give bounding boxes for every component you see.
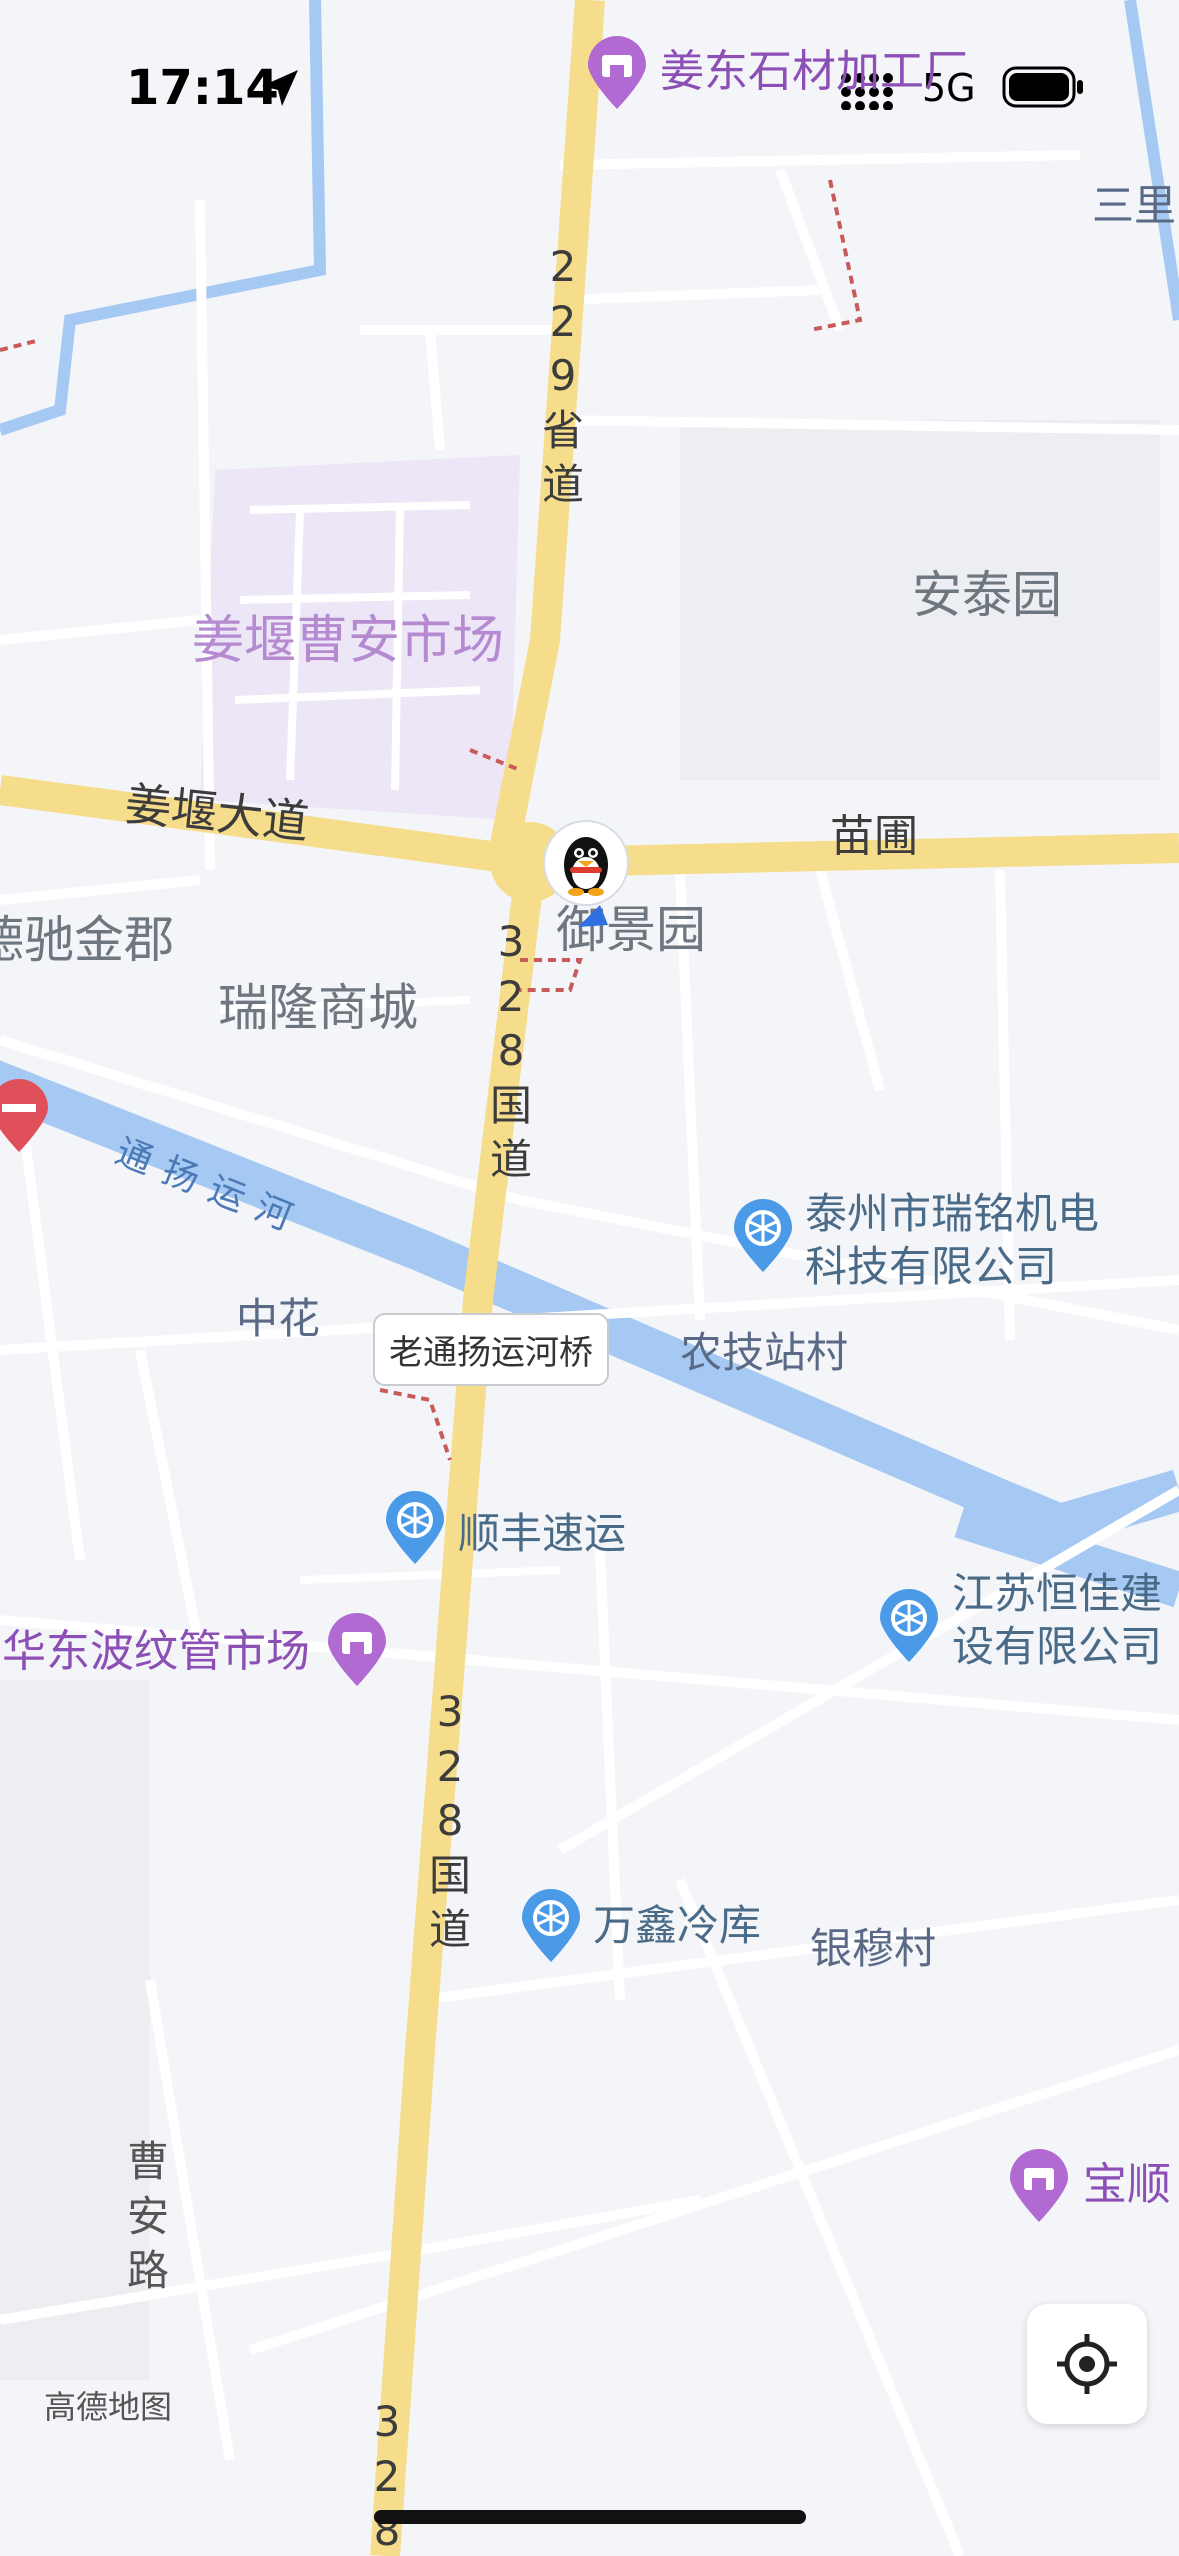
- battery-icon: [1002, 66, 1083, 108]
- bridge-label[interactable]: 老通扬运河桥: [373, 1313, 609, 1386]
- restricted-marker-icon[interactable]: [0, 1078, 52, 1154]
- road-char: 2: [373, 2451, 401, 2501]
- area-label-zhonghua: 中花: [236, 1294, 321, 1343]
- area-label-ruilong: 瑞隆商城: [218, 979, 418, 1037]
- area-label-antaiyuan: 安泰园: [912, 566, 1062, 624]
- road-label-328-lower: 3 2 8: [362, 2395, 412, 2556]
- company-poi-icon[interactable]: [382, 1490, 448, 1566]
- road-char: 2: [436, 1741, 464, 1791]
- road-char: 9: [549, 351, 577, 401]
- road-char: 道: [489, 1135, 532, 1185]
- road-char: 3: [436, 1687, 464, 1736]
- poi-label-jiangdong-stone[interactable]: 姜东石材加工厂: [660, 50, 968, 94]
- area-label-chijinjun: 德驰金郡: [0, 911, 174, 969]
- area-label-sanli: 三里: [1092, 181, 1177, 230]
- poi-label-shunfeng[interactable]: 顺丰速运: [458, 1508, 626, 1561]
- poi-label-ruiming[interactable]: 泰州市瑞铭机电 科技有限公司: [805, 1188, 1099, 1293]
- status-time: 17:14: [126, 60, 279, 116]
- map-app-screen: { "status_bar": { "time": "17:14", "netw…: [0, 0, 1179, 2556]
- poi-line: 设有限公司: [952, 1621, 1163, 1671]
- road-char: 路: [126, 2246, 169, 2296]
- poi-label-wanxin[interactable]: 万鑫冷库: [593, 1900, 761, 1953]
- poi-line: 科技有限公司: [805, 1241, 1058, 1291]
- poi-line: 泰州市瑞铭机电: [805, 1189, 1100, 1238]
- shop-poi-icon[interactable]: [584, 35, 650, 111]
- road-label-328-upper: 3 2 8 国 道: [486, 915, 536, 1188]
- shop-poi-icon[interactable]: [1006, 2148, 1072, 2224]
- road-char: 8: [497, 1026, 525, 1076]
- poi-label-huadong[interactable]: 华东波纹管市场: [2, 1630, 310, 1674]
- location-arrow-icon: [262, 70, 298, 106]
- road-char: 国: [428, 1850, 471, 1900]
- road-char: 3: [373, 2397, 401, 2446]
- road-label-328-middle: 3 2 8 国 道: [425, 1685, 475, 1958]
- area-label-yinmu: 银穆村: [810, 1924, 937, 1973]
- poi-label-baoshun[interactable]: 宝顺: [1083, 2163, 1171, 2207]
- poi-label-hengjia[interactable]: 江苏恒佳建 设有限公司: [952, 1568, 1162, 1673]
- company-poi-icon[interactable]: [518, 1888, 584, 1964]
- road-label-229: 2 2 9 省 道: [538, 240, 588, 513]
- road-char: 2: [549, 242, 577, 291]
- road-char: 安: [126, 2191, 169, 2241]
- poi-line: 江苏恒佳建: [952, 1569, 1163, 1618]
- road-char: 省: [541, 405, 584, 455]
- shop-poi-icon[interactable]: [324, 1612, 390, 1688]
- road-label-caoan: 曹 安 路: [123, 2135, 173, 2299]
- road-char: 8: [436, 1796, 464, 1846]
- road-char: 曹: [126, 2137, 169, 2186]
- road-char: 2: [549, 296, 577, 346]
- locate-button[interactable]: [1027, 2304, 1147, 2424]
- penguin-avatar-icon[interactable]: [540, 815, 632, 935]
- road-char: 国: [489, 1080, 532, 1130]
- company-poi-icon[interactable]: [876, 1588, 942, 1664]
- company-poi-icon[interactable]: [730, 1198, 796, 1274]
- road-char: 道: [428, 1905, 471, 1955]
- area-label-nongjizhan: 农技站村: [680, 1328, 849, 1377]
- road-char: 3: [497, 917, 525, 966]
- area-label-caoan-market: 姜堰曹安市场: [192, 611, 505, 671]
- road-label-miaopu: 苗圃: [830, 811, 918, 862]
- road-char: 2: [497, 971, 525, 1021]
- home-indicator[interactable]: [374, 2510, 806, 2524]
- road-char: 道: [541, 460, 584, 510]
- map-brand-logo: 高德地图: [44, 2388, 173, 2426]
- crosshair-locate-icon: [1057, 2334, 1117, 2394]
